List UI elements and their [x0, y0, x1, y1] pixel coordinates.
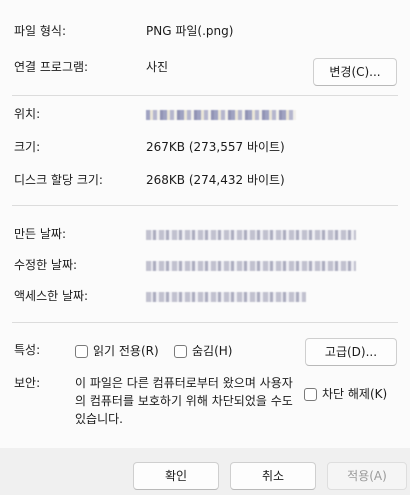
file-type-label: 파일 형식: [14, 24, 67, 38]
properties-general-panel: 파일 형식: PNG 파일(.png) 연결 프로그램: 사진 변경(C)...… [0, 0, 410, 448]
divider [12, 205, 398, 206]
modified-label: 수정한 날짜: [14, 258, 78, 272]
security-note: 이 파일은 다른 컴퓨터로부터 왔으며 사용자의 컴퓨터를 보호하기 위해 차단… [75, 376, 293, 426]
readonly-checkbox[interactable]: 읽기 전용(R) [75, 342, 159, 360]
file-type-value: PNG 파일(.png) [146, 24, 234, 38]
hidden-label: 숨김(H) [192, 344, 233, 358]
divider [12, 322, 398, 323]
checkbox-icon [304, 387, 317, 401]
advanced-button[interactable]: 고급(D)... [305, 338, 397, 366]
accessed-label: 액세스한 날짜: [14, 289, 89, 303]
cancel-button[interactable]: 취소 [230, 462, 316, 490]
disk-size-label: 디스크 할당 크기: [14, 173, 103, 187]
location-label: 위치: [14, 107, 41, 121]
size-value: 267KB (273,557 바이트) [146, 140, 285, 154]
unblock-checkbox[interactable]: 차단 해제(K) [304, 385, 387, 403]
disk-size-value: 268KB (274,432 바이트) [146, 173, 285, 187]
opens-with-value: 사진 [146, 60, 169, 74]
divider [12, 95, 398, 96]
created-value-redacted [146, 225, 356, 243]
attributes-label: 특성: [14, 343, 41, 357]
checkbox-icon [75, 344, 88, 358]
created-label: 만든 날짜: [14, 227, 67, 241]
ok-button[interactable]: 확인 [133, 462, 219, 490]
dialog-footer: 확인 취소 적용(A) [0, 448, 410, 495]
opens-with-label: 연결 프로그램: [14, 60, 89, 74]
hidden-checkbox[interactable]: 숨김(H) [174, 342, 232, 360]
apply-button[interactable]: 적용(A) [327, 462, 407, 490]
unblock-label: 차단 해제(K) [322, 387, 388, 401]
checkbox-icon [174, 344, 187, 358]
security-label: 보안: [14, 376, 41, 390]
accessed-value-redacted [146, 287, 306, 305]
size-label: 크기: [14, 140, 41, 154]
readonly-label: 읽기 전용(R) [93, 344, 159, 358]
location-value-redacted [146, 105, 296, 123]
change-button[interactable]: 변경(C)... [313, 58, 397, 86]
modified-value-redacted [146, 256, 356, 274]
